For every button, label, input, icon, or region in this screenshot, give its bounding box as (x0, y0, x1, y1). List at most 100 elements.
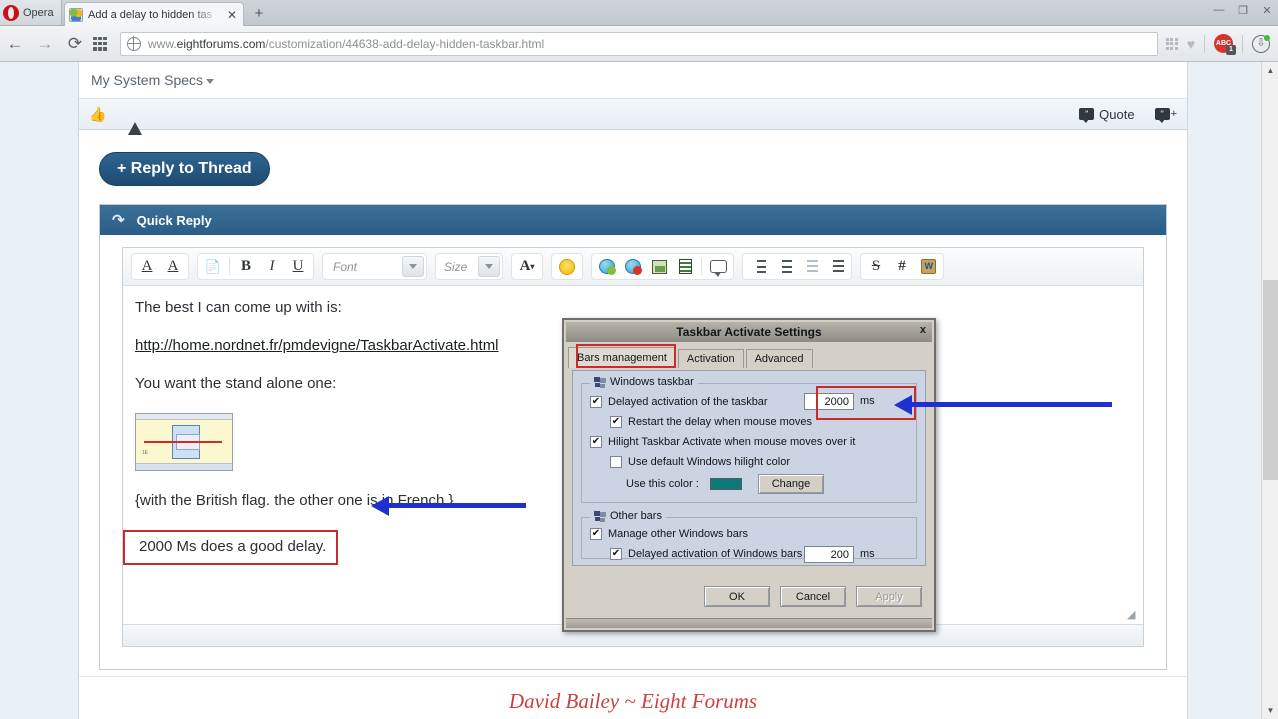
cancel-button[interactable]: Cancel (780, 586, 846, 607)
toolbar-right: ♥ ABC 1 ⇩ (1162, 34, 1278, 55)
globe-icon (126, 36, 141, 51)
format-group-1: A A (131, 253, 189, 280)
chevron-down-icon (478, 256, 500, 277)
delayed-activation-bars-checkbox[interactable] (610, 548, 622, 560)
remove-formatting-icon[interactable]: A (135, 255, 159, 278)
multi-quote-button[interactable]: ” + (1154, 108, 1177, 123)
change-color-button[interactable]: Change (758, 474, 824, 494)
underline-icon[interactable]: U (286, 255, 310, 278)
manage-other-bars-checkbox[interactable] (590, 528, 602, 540)
insert-group (591, 253, 734, 280)
quote-label: Quote (1099, 106, 1135, 122)
other-bars-group: Other bars Manage other Windows bars Del… (581, 510, 917, 563)
reload-icon[interactable]: ⟳ (60, 34, 90, 54)
thumbs-up-icon[interactable]: 👍 (89, 106, 106, 123)
favicon-icon (69, 7, 83, 22)
tab-activation[interactable]: Activation (677, 349, 744, 368)
minimize-icon[interactable]: — (1212, 4, 1226, 17)
unordered-list-icon[interactable] (772, 255, 796, 278)
font-family-select[interactable]: Font (322, 253, 427, 280)
insert-image-icon[interactable] (647, 255, 671, 278)
my-system-specs-link[interactable]: My System Specs (91, 72, 215, 88)
close-icon[interactable]: ✕ (225, 8, 239, 22)
maximize-icon[interactable]: ❐ (1236, 4, 1250, 17)
delayed-activation-bars-row[interactable]: Delayed activation of Windows bars (610, 548, 802, 560)
tab-advanced[interactable]: Advanced (745, 349, 813, 368)
adblock-icon[interactable]: ABC 1 (1214, 34, 1236, 55)
hilight-checkbox[interactable] (590, 436, 602, 448)
reply-arrow-icon: ↶ (112, 212, 125, 229)
use-default-color-label: Use default Windows hilight color (628, 456, 791, 468)
resize-handle-icon[interactable]: ◢ (1127, 608, 1141, 622)
font-color-group: A ▾ (511, 253, 543, 280)
insert-link-icon[interactable] (595, 255, 619, 278)
tab-title: Add a delay to hidden tas (88, 8, 213, 21)
manage-other-bars-row[interactable]: Manage other Windows bars (590, 528, 748, 540)
signature-text: David Bailey ~ Eight Forums (79, 676, 1187, 719)
smiley-icon[interactable] (555, 255, 579, 278)
insert-video-icon[interactable] (673, 255, 697, 278)
misc-group: S # (860, 253, 944, 280)
blue-arrow-annotation-1 (371, 496, 526, 516)
use-this-color-row: Use this color : (626, 478, 699, 490)
bold-icon[interactable]: B (234, 255, 258, 278)
dialog-title-bar[interactable]: Taskbar Activate Settings x (566, 322, 932, 342)
back-icon[interactable]: ← (0, 34, 30, 54)
vertical-scrollbar[interactable]: ▲ ▼ (1261, 62, 1278, 719)
dialog-close-icon[interactable]: x (920, 324, 926, 336)
scrollbar-thumb[interactable] (1263, 280, 1278, 480)
hilight-row[interactable]: Hilight Taskbar Activate when mouse move… (590, 436, 855, 448)
dialog-title: Taskbar Activate Settings (676, 325, 822, 339)
other-bars-delay-input[interactable]: 200 (804, 546, 854, 563)
strikethrough-icon[interactable]: S (864, 255, 888, 278)
close-window-icon[interactable]: ✕ (1260, 4, 1274, 17)
ordered-list-icon[interactable] (746, 255, 770, 278)
editor-link[interactable]: http://home.nordnet.fr/pmdevigne/Taskbar… (135, 337, 499, 354)
color-swatch[interactable] (710, 478, 742, 490)
paste-from-word-icon[interactable] (916, 255, 940, 278)
forward-icon[interactable]: → (30, 34, 60, 54)
restart-delay-checkbox[interactable] (610, 416, 622, 428)
hilight-label: Hilight Taskbar Activate when mouse move… (608, 436, 856, 448)
remove-link-icon[interactable] (621, 255, 645, 278)
reply-to-thread-button[interactable]: + Reply to Thread (99, 152, 270, 186)
font-size-select[interactable]: Size (435, 253, 503, 280)
paste-icon[interactable]: 📄 (201, 255, 225, 278)
restart-delay-row[interactable]: Restart the delay when mouse moves (610, 416, 812, 428)
use-default-color-row[interactable]: Use default Windows hilight color (610, 456, 790, 468)
opera-menu-button[interactable]: Opera (0, 0, 62, 25)
extensions-grid-icon[interactable] (1165, 37, 1178, 50)
tab-bars-management[interactable]: Bars management (568, 347, 676, 368)
browser-tab[interactable]: Add a delay to hidden tas ✕ (64, 2, 244, 26)
quote-button[interactable]: ” Quote (1079, 106, 1135, 123)
ok-button[interactable]: OK (704, 586, 770, 607)
downloads-notification-dot (1264, 34, 1270, 41)
delayed-activation-taskbar-checkbox[interactable] (590, 396, 602, 408)
editor-thumbnail-image[interactable]: 1E (135, 413, 233, 471)
delayed-activation-taskbar-row[interactable]: Delayed activation of the taskbar (590, 396, 768, 408)
bars-icon (594, 376, 606, 388)
report-warning-icon[interactable] (128, 105, 143, 135)
hash-icon[interactable]: # (890, 255, 914, 278)
list-group (742, 253, 852, 280)
speed-dial-icon[interactable] (93, 36, 107, 51)
heart-icon[interactable]: ♥ (1187, 36, 1195, 52)
remove-text-color-icon[interactable]: A (161, 255, 185, 278)
insert-quote-icon[interactable] (706, 255, 730, 278)
taskbar-activate-settings-dialog[interactable]: Taskbar Activate Settings x Bars managem… (562, 318, 936, 632)
windows-taskbar-legend: Windows taskbar (590, 376, 698, 388)
scroll-up-arrow-icon[interactable]: ▲ (1262, 62, 1278, 79)
dialog-resize-grip (566, 618, 932, 628)
indent-icon[interactable] (824, 255, 848, 278)
outdent-icon[interactable] (798, 255, 822, 278)
downloads-icon[interactable]: ⇩ (1252, 34, 1270, 53)
use-default-color-checkbox[interactable] (610, 456, 622, 468)
taskbar-delay-input[interactable]: 2000 (804, 393, 854, 410)
italic-icon[interactable]: I (260, 255, 284, 278)
address-bar[interactable]: www.eightforums.com/customization/44638-… (120, 31, 1158, 56)
scroll-down-arrow-icon[interactable]: ▼ (1262, 702, 1278, 719)
adblock-count-badge: 1 (1226, 45, 1236, 55)
font-color-icon[interactable]: A ▾ (515, 255, 539, 278)
manage-other-bars-label: Manage other Windows bars (608, 528, 749, 540)
new-tab-button[interactable]: + (248, 4, 270, 24)
